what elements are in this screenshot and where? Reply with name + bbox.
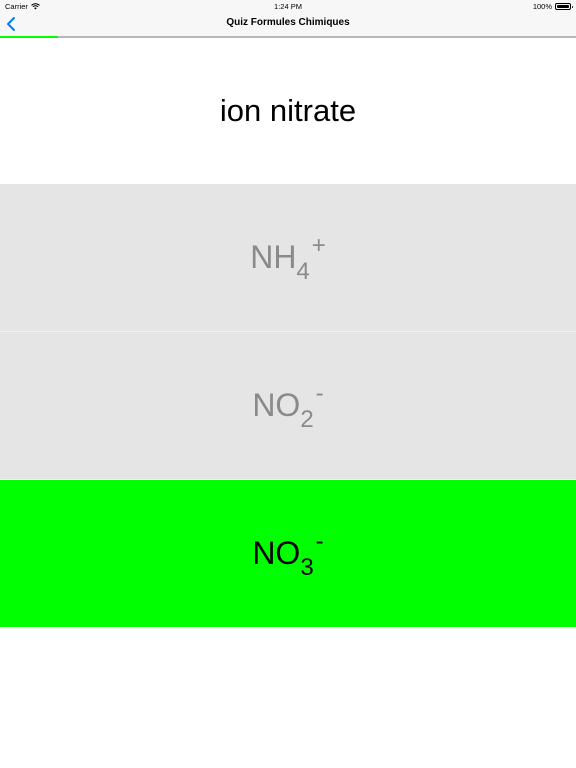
formula-base: NH	[250, 239, 297, 275]
answer-formula: NH 4 +	[250, 232, 326, 285]
status-right: 100%	[532, 2, 573, 11]
quiz-screen: Carrier 1:24 PM 100% Quiz Formules Chimi…	[0, 0, 576, 768]
formula-base: NO	[252, 387, 301, 423]
formula-subscript: 4	[296, 258, 310, 285]
status-time: 1:24 PM	[274, 2, 302, 11]
battery-fill	[557, 5, 569, 8]
question-area: ion nitrate	[0, 38, 576, 184]
battery-icon	[555, 3, 573, 10]
formula-subscript: 3	[300, 554, 314, 581]
formula-superscript: -	[315, 380, 324, 407]
navigation-bar: Quiz Formules Chimiques	[0, 12, 576, 36]
question-text: ion nitrate	[219, 93, 357, 128]
battery-percent: 100%	[532, 2, 552, 11]
answer-option-3-correct[interactable]: NO 3-	[0, 480, 576, 627]
answer-option-1[interactable]: NH 4 +	[0, 184, 576, 331]
status-bar: Carrier 1:24 PM 100%	[0, 0, 576, 12]
formula-superscript: +	[311, 232, 326, 259]
formula-subscript: 2	[300, 406, 314, 433]
nav-title: Quiz Formules Chimiques	[226, 17, 350, 28]
answer-formula: NO 3-	[252, 528, 323, 581]
answer-formula: NO 2-	[252, 380, 323, 433]
answer-option-2[interactable]: NO 2-	[0, 332, 576, 479]
formula-superscript: -	[315, 528, 324, 555]
formula-base: NO	[252, 535, 301, 571]
